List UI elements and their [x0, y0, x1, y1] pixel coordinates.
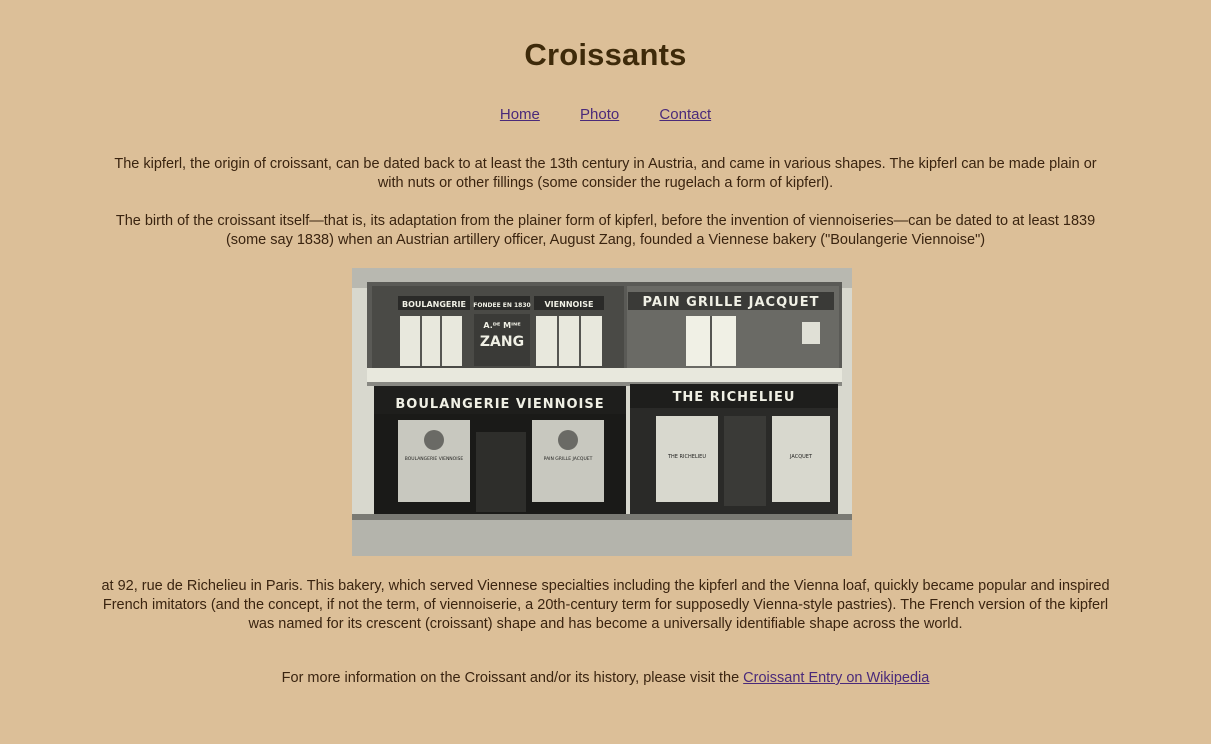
- wikipedia-link[interactable]: Croissant Entry on Wikipedia: [743, 670, 929, 686]
- window-text-1: BOULANGERIE VIENNOISE: [405, 456, 464, 462]
- window-text-4: JACQUET: [789, 454, 813, 460]
- sign-boulangerie-small: BOULANGERIE: [402, 300, 466, 309]
- sign-boulangerie-viennoise: BOULANGERIE VIENNOISE: [395, 397, 604, 412]
- page: Croissants Home Photo Contact The kipfer…: [0, 0, 1211, 744]
- more-info-text: For more information on the Croissant an…: [281, 670, 744, 686]
- window-text-3: THE RICHELIEU: [667, 454, 706, 460]
- paragraph-croissant-birth: The birth of the croissant itself—that i…: [115, 213, 1096, 248]
- nav-link-photo[interactable]: Photo: [580, 106, 619, 123]
- sign-name-prefix: A.ᴰᴱ Mᴵᴺᴱ: [483, 321, 521, 330]
- nav-link-contact[interactable]: Contact: [659, 106, 711, 123]
- main-nav: Home Photo Contact: [0, 106, 1211, 123]
- page-title: Croissants: [524, 37, 687, 72]
- sign-viennoise-small: VIENNOISE: [544, 300, 593, 309]
- paragraph-richelieu: at 92, rue de Richelieu in Paris. This b…: [101, 578, 1110, 632]
- window-text-2: PAIN GRILLE JACQUET: [544, 456, 593, 462]
- bakery-storefront-photo: BOULANGERIE FONDEE EN 1830 VIENNOISE PAI…: [352, 268, 852, 556]
- sign-the-richelieu: THE RICHELIEU: [673, 390, 796, 405]
- sign-zang: ZANG: [480, 334, 524, 350]
- paragraph-kipferl-origin: The kipferl, the origin of croissant, ca…: [114, 156, 1097, 191]
- sign-pain-grille-jacquet: PAIN GRILLE JACQUET: [643, 295, 820, 310]
- paragraph-more-info: For more information on the Croissant an…: [100, 669, 1111, 688]
- sign-fondee: FONDEE EN 1830: [473, 302, 530, 309]
- nav-link-home[interactable]: Home: [500, 106, 540, 123]
